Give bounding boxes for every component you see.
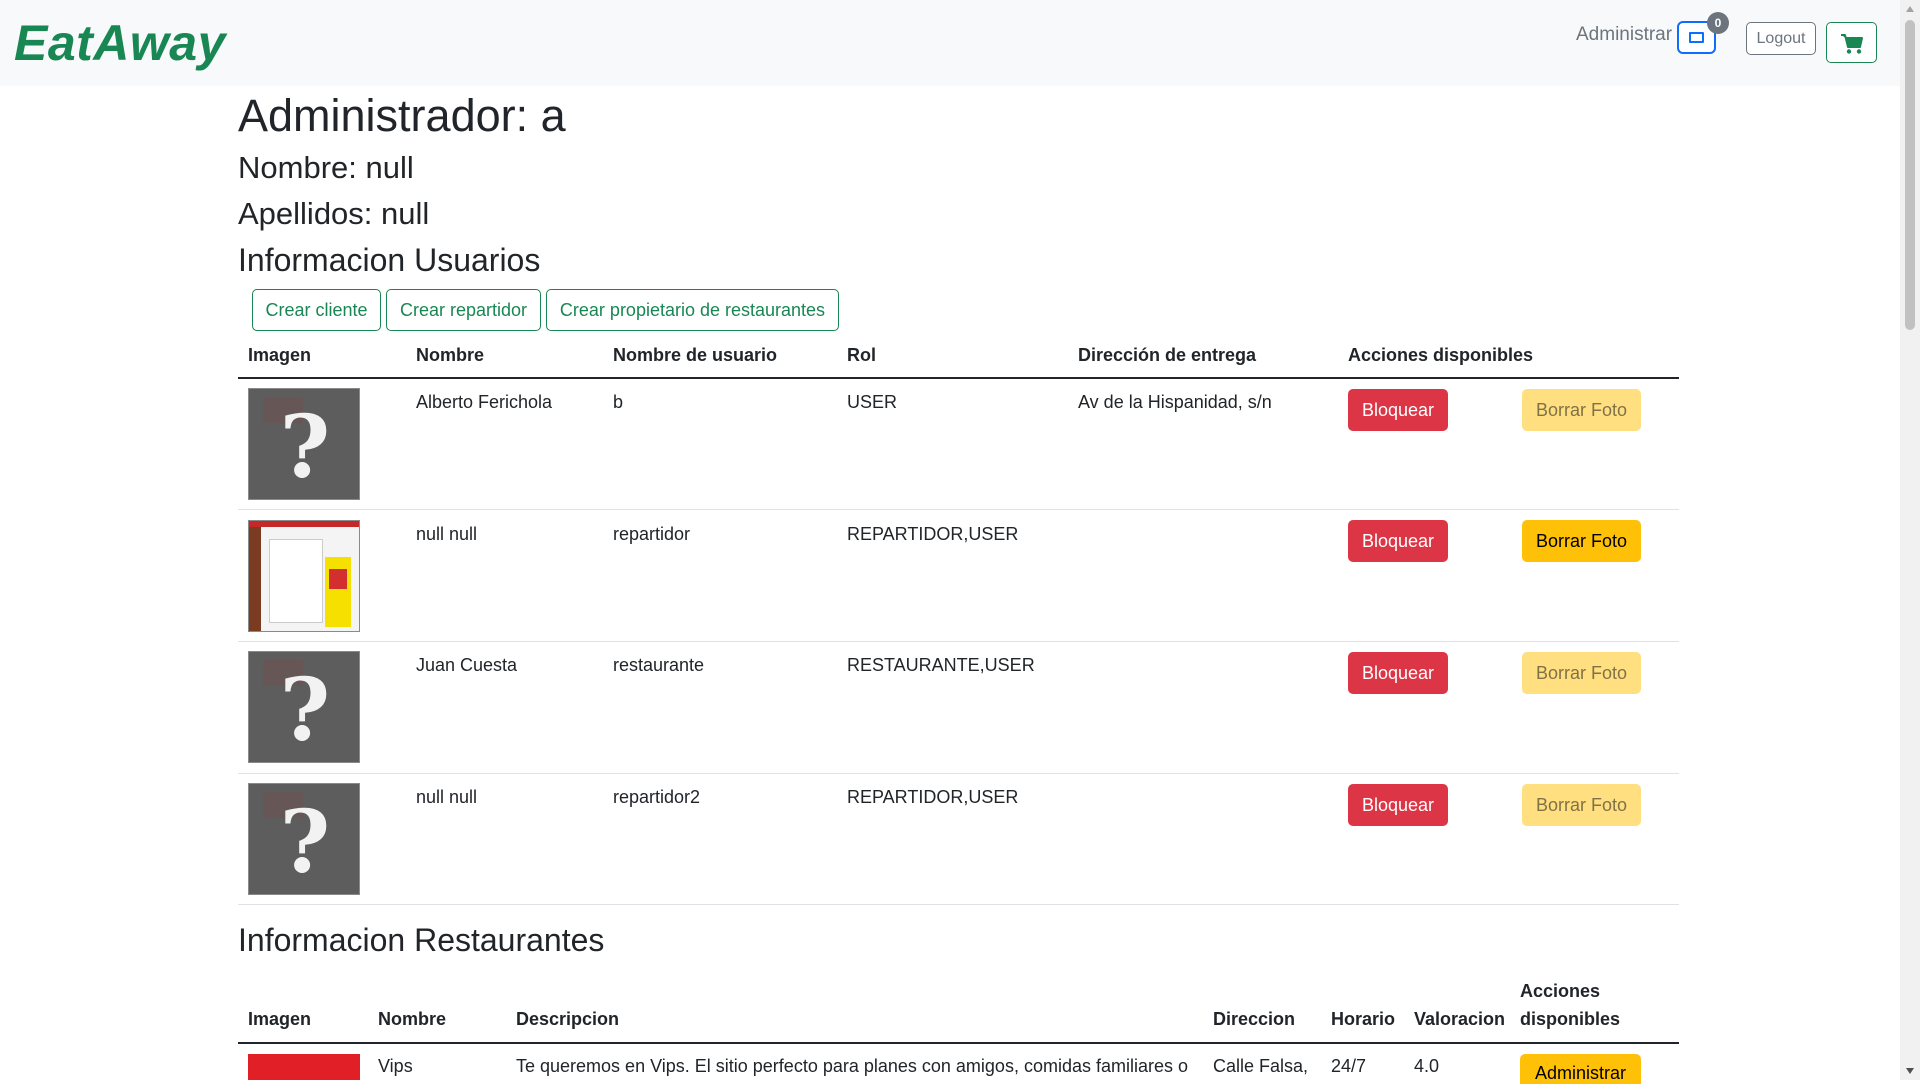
restaurant-rating: 4.0	[1414, 1056, 1440, 1076]
nav-administrar-link[interactable]: Administrar	[1576, 24, 1672, 46]
cart-button[interactable]	[1826, 22, 1877, 63]
rest-header-acciones-line1: Acciones	[1520, 981, 1601, 1001]
users-header-imagen: Imagen	[248, 345, 312, 365]
restaurant-address: Calle Falsa,	[1213, 1056, 1309, 1076]
bloquear-button[interactable]: Bloquear	[1348, 652, 1448, 694]
user-role: RESTAURANTE,USER	[847, 655, 1035, 675]
users-header-direccion: Dirección de entrega	[1078, 345, 1257, 365]
restaurant-description: Te queremos en Vips. El sitio perfecto p…	[516, 1056, 1189, 1076]
users-section-title: Informacion Usuarios	[238, 242, 541, 278]
rest-header-horario: Horario	[1331, 1009, 1396, 1029]
user-username: repartidor	[613, 524, 691, 544]
messages-count-badge: 0	[1707, 12, 1729, 34]
user-avatar-screenshot	[248, 520, 360, 632]
crear-repartidor-button[interactable]: Crear repartidor	[386, 289, 541, 331]
rest-header-acciones-line2: disponibles	[1520, 1009, 1621, 1029]
cart-icon	[1841, 34, 1863, 54]
brand-logo[interactable]: EatAway	[14, 14, 226, 72]
scrollbar-thumb[interactable]	[1905, 20, 1915, 330]
user-name: null null	[416, 787, 478, 807]
users-header-acciones: Acciones disponibles	[1348, 345, 1534, 365]
users-header-username: Nombre de usuario	[613, 345, 778, 365]
user-username: b	[613, 392, 624, 412]
restaurant-image	[248, 1054, 360, 1080]
envelope-icon	[1689, 32, 1704, 43]
user-username: repartidor2	[613, 787, 701, 807]
scroll-up-arrow-icon[interactable]	[1906, 6, 1914, 12]
bloquear-button[interactable]: Bloquear	[1348, 389, 1448, 431]
bloquear-button[interactable]: Bloquear	[1348, 784, 1448, 826]
rest-header-imagen: Imagen	[248, 1009, 312, 1029]
crear-propietario-button[interactable]: Crear propietario de restaurantes	[546, 289, 839, 331]
user-name: Alberto Ferichola	[416, 392, 553, 412]
user-role: USER	[847, 392, 898, 412]
user-avatar-placeholder: ?	[248, 651, 360, 763]
users-header-rol: Rol	[847, 345, 876, 365]
crear-cliente-button[interactable]: Crear cliente	[252, 289, 381, 331]
borrar-foto-button: Borrar Foto	[1522, 784, 1641, 826]
restaurant-name: Vips	[378, 1056, 413, 1076]
logout-button[interactable]: Logout	[1746, 22, 1816, 55]
bloquear-button[interactable]: Bloquear	[1348, 520, 1448, 562]
users-header-rule	[238, 377, 1679, 379]
rest-header-direccion: Direccion	[1213, 1009, 1296, 1029]
navbar: EatAway Administrar 0 Logout	[0, 0, 1900, 86]
row-divider	[238, 904, 1679, 905]
page-scrollbar[interactable]	[1900, 0, 1920, 1080]
user-username: restaurante	[613, 655, 705, 675]
user-role: REPARTIDOR,USER	[847, 524, 1019, 544]
profile-apellidos: Apellidos: null	[238, 196, 430, 231]
users-header-nombre: Nombre	[416, 345, 485, 365]
user-role: REPARTIDOR,USER	[847, 787, 1019, 807]
borrar-foto-button[interactable]: Borrar Foto	[1522, 520, 1641, 562]
user-name: null null	[416, 524, 478, 544]
row-divider	[238, 509, 1679, 510]
user-name: Juan Cuesta	[416, 655, 518, 675]
restaurant-schedule: 24/7	[1331, 1056, 1367, 1076]
user-avatar-placeholder: ?	[248, 783, 360, 895]
restaurants-section-title: Informacion Restaurantes	[238, 922, 605, 958]
profile-nombre: Nombre: null	[238, 150, 414, 185]
borrar-foto-button: Borrar Foto	[1522, 652, 1641, 694]
row-divider	[238, 773, 1679, 774]
rest-header-valoracion: Valoracion	[1414, 1009, 1506, 1029]
rest-header-descripcion: Descripcion	[516, 1009, 620, 1029]
user-address: Av de la Hispanidad, s/n	[1078, 392, 1272, 412]
rest-header-nombre: Nombre	[378, 1009, 447, 1029]
scroll-down-arrow-icon[interactable]	[1906, 1068, 1914, 1074]
rest-header-rule	[238, 1042, 1679, 1044]
borrar-foto-button: Borrar Foto	[1522, 389, 1641, 431]
user-avatar-placeholder: ?	[248, 388, 360, 500]
row-divider	[238, 641, 1679, 642]
admin-title: Administrador: a	[238, 90, 566, 141]
